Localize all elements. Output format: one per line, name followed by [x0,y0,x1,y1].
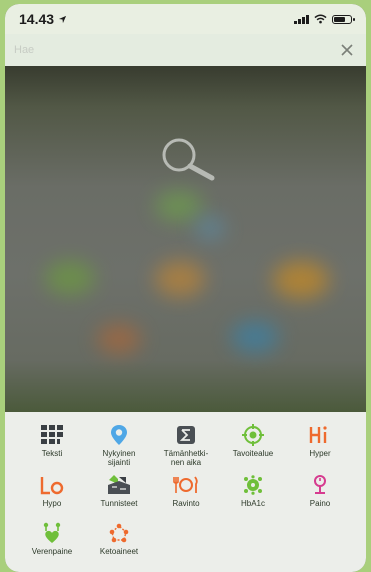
ketone-icon [109,523,129,543]
quick-item-ketoaineet[interactable]: Ketoaineet [84,522,154,556]
location-arrow-icon [58,15,67,23]
quick-item-tunnisteet[interactable]: Tunnisteet [84,474,154,508]
quick-item-label: Tämänhetki- nen aika [163,449,209,467]
wifi-icon [314,14,327,24]
food-plate-icon [173,476,198,493]
quick-item-paino[interactable]: Paino [285,474,355,508]
quick-item-label: Nykyinen sijainti [102,449,136,467]
quick-item-hba1c[interactable]: HbA1c [218,474,288,508]
quick-item-hypo[interactable]: Hypo [17,474,87,508]
quick-item-label: Teksti [41,449,63,458]
quick-item-label: Ketoaineet [99,547,139,556]
text-grid-icon [41,425,63,444]
quick-item-label: Ravinto [172,499,200,508]
sigma-clock-icon [177,426,195,444]
blurred-shape [97,324,141,354]
blurred-shape [195,216,225,240]
status-left: 14.43 [19,11,67,27]
close-icon [341,44,353,56]
quick-item-label: Hypo [42,499,62,508]
quick-item-label: Paino [309,499,331,508]
quick-item-nykyinen-sijainti[interactable]: Nykyinen sijainti [84,424,154,467]
search-icon [162,138,215,181]
blurred-shape [45,261,95,295]
tags-icon [108,475,130,494]
quick-item-verenpaine[interactable]: Verenpaine [17,522,87,556]
hi-icon [309,426,327,443]
battery-icon [332,14,355,24]
blurred-shape [155,261,205,297]
status-time: 14.43 [19,11,55,27]
search-bar [5,34,366,66]
search-results-area [5,66,366,412]
search-input[interactable] [12,43,316,57]
quick-item-label: Tavoitealue [232,449,274,458]
quick-item-teksti[interactable]: Teksti [17,424,87,458]
quick-item-label: Hyper [309,449,331,458]
quick-item-hyper[interactable]: Hyper [285,424,355,458]
phone-screen: 14.43 Hae Teksti Nykyinen sijainti Tämän… [5,4,366,572]
blurred-shape [273,261,329,299]
blurred-shape [155,191,203,221]
quick-item-label: Verenpaine [31,547,73,556]
close-button[interactable] [336,39,358,61]
status-right [294,14,355,24]
location-pin-icon [111,425,127,445]
scale-icon [314,475,326,494]
target-icon [242,424,264,446]
lo-icon [40,477,64,495]
blood-pressure-icon [43,522,61,543]
quick-item-tavoitealue[interactable]: Tavoitealue [218,424,288,458]
signal-icon [294,14,309,24]
quick-item-tamanhetkinen-aika[interactable]: Tämänhetki- nen aika [151,424,221,467]
quick-item-ravinto[interactable]: Ravinto [151,474,221,508]
quick-item-label: Tunnisteet [100,499,138,508]
quick-insert-panel: Teksti Nykyinen sijainti Tämänhetki- nen… [5,412,366,572]
blood-cell-icon [244,475,262,495]
blurred-shape [231,321,279,353]
quick-item-label: HbA1c [240,499,265,508]
status-bar: 14.43 [5,4,366,34]
